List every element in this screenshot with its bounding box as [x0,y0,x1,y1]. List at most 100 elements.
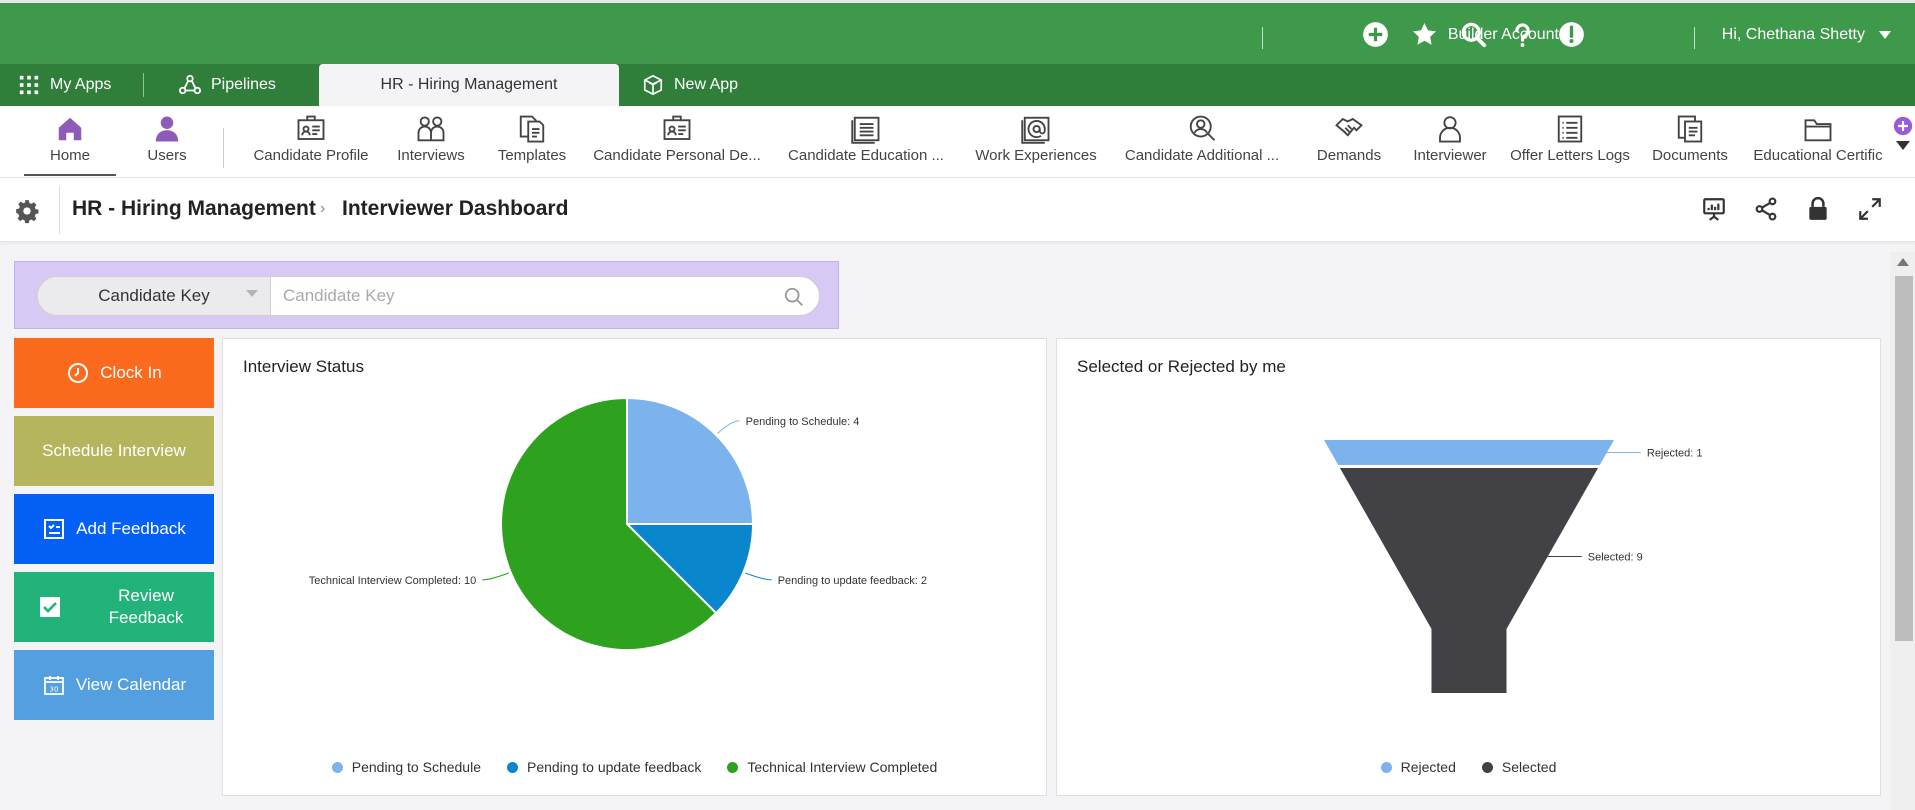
add-circle-icon[interactable] [1362,21,1389,48]
at-doc-icon [1021,116,1050,144]
module-candidate-additional[interactable]: Candidate Additional ... [1120,114,1284,176]
module-toolbar: Home Users Candidate Profile Interviews … [0,106,1915,178]
module-candidate-profile[interactable]: Candidate Profile [248,114,374,176]
legend-item[interactable]: Pending to update feedback [506,759,701,775]
user-greeting: Hi, Chethana Shetty [1721,26,1865,43]
gear-icon[interactable] [14,198,40,224]
page-scrollbar[interactable] [1890,252,1915,810]
list-icon [1557,115,1583,143]
my-apps-label: My Apps [50,76,112,93]
funnel-segment[interactable] [1339,468,1599,693]
user-menu[interactable]: Hi, Chethana Shetty [1722,26,1891,44]
share-icon[interactable] [1753,196,1779,222]
lock-icon[interactable] [1805,196,1831,222]
module-offer-letters-logs[interactable]: Offer Letters Logs [1510,114,1630,176]
search-icon[interactable] [783,286,805,308]
module-demands[interactable]: Demands [1310,114,1388,176]
module-label: Candidate Profile [253,147,369,164]
my-apps-button[interactable]: My Apps [18,64,111,106]
data-label-connector [482,572,509,581]
chart-legend: Pending to Schedule Pending to update fe… [223,759,1046,775]
chevron-down-icon [246,290,258,297]
scrollbar-thumb[interactable] [1895,276,1913,641]
chevron-down-icon[interactable] [1895,140,1911,151]
interview-status-chart: Pending to Schedule: 4 Pending to update … [309,396,927,651]
module-label: Candidate Additional ... [1124,147,1280,164]
module-work-experiences[interactable]: Work Experiences [974,114,1098,176]
action-label: Review Feedback [108,586,184,627]
legend-item[interactable]: Technical Interview Completed [727,759,937,775]
legend-dot-icon [506,761,518,773]
data-label-connector [717,420,740,434]
module-label: Candidate Personal De... [593,147,761,164]
module-label: Interviews [397,147,465,164]
data-label: Pending to Schedule: 4 [746,416,860,428]
tab-hr-hiring-management[interactable]: HR - Hiring Management [319,64,619,106]
star-icon[interactable] [1411,21,1438,48]
builder-account-link[interactable]: Builder Account [1448,26,1559,44]
selected-rejected-card: Rejected: 1 Selected: 9 Selected or Rejec… [1056,338,1881,796]
clock-in-button[interactable]: Clock In [14,338,214,408]
module-label: Templates [497,147,567,164]
legend-label: Selected [1501,759,1557,775]
new-app-tab[interactable]: New App [642,64,738,106]
add-module-icon[interactable] [1893,116,1913,136]
chart-title: Selected or Rejected by me [1077,357,1286,376]
legend-item[interactable]: Rejected [1380,759,1456,775]
divider [1694,27,1695,49]
grid-icon [19,75,39,95]
module-label: Documents [1652,147,1728,164]
chart-title: Interview Status [243,357,364,376]
module-documents[interactable]: Documents [1648,114,1732,176]
legend-item[interactable]: Selected [1481,759,1557,775]
calendar-icon: 30 [43,676,64,695]
action-label: Clock In [100,363,162,382]
module-educational-certificates[interactable]: Educational Certific [1752,114,1884,176]
home-icon [58,117,82,141]
selected-rejected-chart: Rejected: 1 Selected: 9 [1324,440,1703,693]
search-field-value: Candidate Key [98,286,210,305]
module-candidate-education[interactable]: Candidate Education ... [784,114,948,176]
data-label-connector [745,572,772,581]
divider [143,73,144,97]
divider [1262,27,1263,49]
page-tools [1701,196,1883,222]
action-label: Schedule Interview [42,441,186,460]
module-home[interactable]: Home [24,114,116,176]
module-users[interactable]: Users [130,114,204,176]
pie-slice[interactable] [626,396,755,525]
box-icon [643,74,663,96]
search-field-select[interactable]: Candidate Key [38,277,271,315]
module-interviews[interactable]: Interviews [395,114,467,176]
module-candidate-personal-details[interactable]: Candidate Personal De... [593,114,761,176]
view-calendar-button[interactable]: 30 View Calendar [14,650,214,720]
module-interviewer[interactable]: Interviewer [1408,114,1492,176]
add-feedback-button[interactable]: Add Feedback [14,494,214,564]
new-app-label: New App [674,76,739,93]
search-input[interactable] [283,283,763,309]
folder-icon [1804,119,1832,142]
checkbox-icon [40,597,60,617]
module-label: Demands [1316,147,1382,164]
module-templates[interactable]: Templates [494,114,570,176]
module-overflow [1893,116,1913,151]
id-card-icon [297,115,325,140]
schedule-interview-button[interactable]: Schedule Interview [14,416,214,486]
review-feedback-button[interactable]: Review Feedback [14,572,214,642]
pipelines-tab[interactable]: Pipelines [179,64,276,106]
divider [59,186,60,234]
chevron-down-icon [1879,31,1891,39]
user-outline-icon [1439,116,1461,143]
user-search-icon [1189,115,1216,141]
legend-item[interactable]: Pending to Schedule [331,759,481,775]
module-label: Work Experiences [975,147,1097,164]
id-card-icon [663,115,691,140]
interview-status-card: Pending to Schedule: 4 Pending to update … [222,338,1047,796]
candidate-search-panel: Candidate Key [14,261,839,329]
scroll-up-icon[interactable] [1897,258,1909,266]
expand-icon[interactable] [1857,196,1883,222]
presentation-icon[interactable] [1701,196,1727,222]
funnel-segment[interactable] [1324,440,1614,465]
breadcrumb-app[interactable]: HR - Hiring Management [72,197,316,221]
alert-icon[interactable] [1558,21,1585,48]
